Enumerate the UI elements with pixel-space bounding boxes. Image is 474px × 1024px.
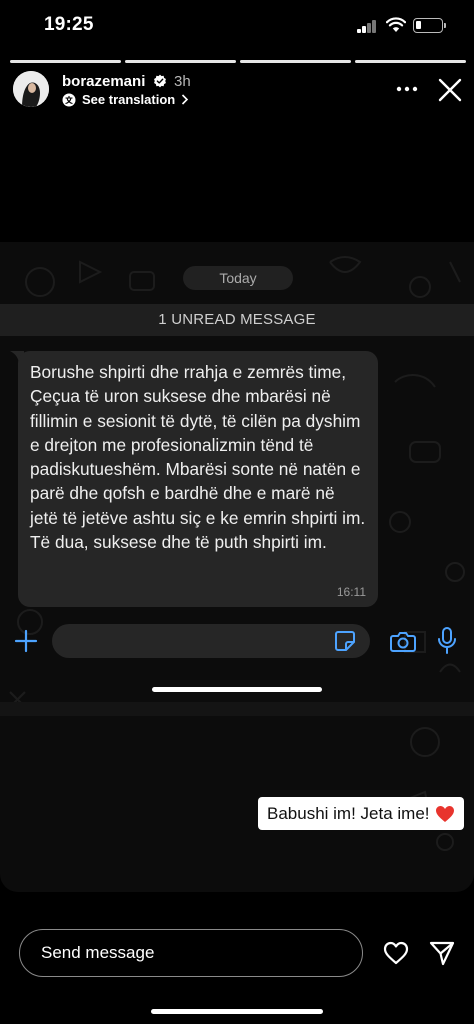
story-header: borazemani 3h See translation — [0, 70, 474, 110]
progress-segment — [10, 60, 121, 63]
send-message-placeholder: Send message — [41, 943, 155, 962]
username[interactable]: borazemani — [62, 73, 145, 90]
battery-icon — [413, 18, 443, 33]
message-text: Borushe shpirti dhe rrahja e zemrës time… — [30, 362, 366, 553]
post-time: 3h — [174, 73, 191, 90]
plus-icon — [14, 629, 38, 653]
unread-banner: 1 UNREAD MESSAGE — [0, 304, 474, 336]
see-translation-label: See translation — [82, 92, 176, 107]
chevron-right-icon — [182, 94, 189, 105]
more-icon[interactable] — [396, 81, 418, 97]
progress-segment — [125, 60, 236, 63]
heart-icon — [435, 805, 454, 822]
sticker-text-label: Babushi im! Jeta ime! — [267, 804, 430, 823]
progress-segment — [240, 60, 351, 63]
battery-tip — [444, 23, 446, 28]
home-indicator — [151, 1009, 323, 1014]
story-progress — [10, 60, 466, 63]
send-icon[interactable] — [429, 940, 455, 966]
verified-badge-icon — [154, 74, 166, 88]
send-message-input[interactable]: Send message — [19, 929, 363, 977]
status-time: 19:25 — [44, 14, 94, 35]
avatar[interactable] — [13, 71, 49, 107]
chat-composer — [0, 618, 474, 668]
received-message-bubble: Borushe shpirti dhe rrahja e zemrës time… — [18, 351, 378, 607]
progress-segment — [355, 60, 466, 63]
screenshot-home-indicator — [152, 687, 322, 692]
date-pill: Today — [183, 266, 293, 290]
message-time: 16:11 — [336, 585, 366, 599]
screenshot-bottom-band — [0, 702, 474, 716]
status-bar: 19:25 — [0, 0, 474, 56]
sticker-icon — [335, 631, 355, 651]
story-text-sticker: Babushi im! Jeta ime! — [258, 797, 464, 830]
microphone-icon — [438, 627, 456, 654]
heart-icon[interactable] — [383, 941, 409, 965]
see-translation-link[interactable]: See translation — [62, 92, 189, 107]
close-icon[interactable] — [438, 78, 462, 102]
chat-message-input — [52, 624, 370, 658]
chat-screenshot: Today 1 UNREAD MESSAGE Borushe shpirti d… — [0, 242, 474, 892]
translate-icon — [62, 93, 76, 106]
wifi-icon — [386, 17, 406, 32]
camera-icon — [390, 632, 416, 652]
cellular-signal-icon — [357, 20, 377, 33]
